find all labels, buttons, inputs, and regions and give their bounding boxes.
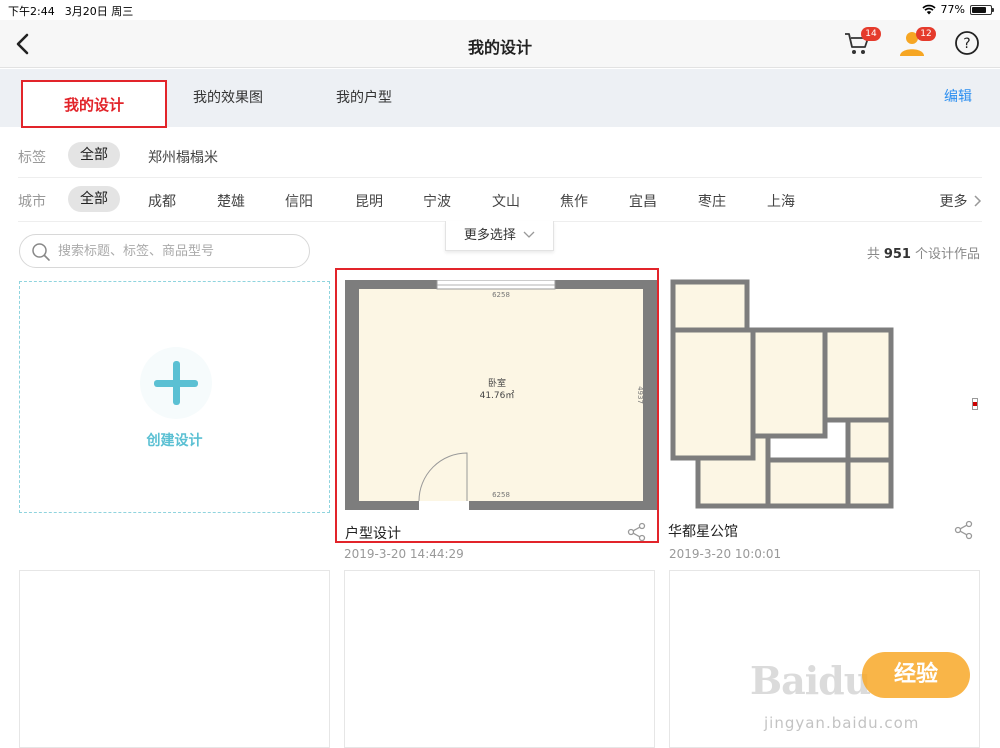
plan-dim-top: 6258 bbox=[492, 291, 510, 299]
user-button[interactable]: 12 bbox=[898, 27, 936, 59]
city-chip[interactable]: 宜昌 bbox=[629, 191, 657, 211]
share-icon bbox=[627, 522, 646, 542]
help-icon: ? bbox=[955, 31, 979, 55]
city-chip[interactable]: 昆明 bbox=[355, 191, 383, 211]
floorplan-image bbox=[670, 279, 894, 509]
nav-bar: 我的设计 14 12 ? bbox=[0, 20, 1000, 68]
plan-room-area: 41.76㎡ bbox=[480, 390, 515, 401]
tab-my-designs[interactable]: 我的设计 bbox=[21, 80, 167, 128]
watermark-url: jingyan.baidu.com bbox=[764, 714, 920, 732]
more-cities-button[interactable]: 更多 bbox=[940, 191, 982, 211]
design-title: 华都星公馆 bbox=[668, 524, 738, 540]
status-right: 77% bbox=[921, 3, 994, 16]
city-chip[interactable]: 文山 bbox=[492, 191, 520, 211]
chevron-down-icon bbox=[523, 231, 535, 238]
design-card-placeholder[interactable] bbox=[19, 570, 330, 748]
share-icon bbox=[954, 520, 973, 540]
tag-chip-zhengzhou-tatami[interactable]: 郑州榻榻米 bbox=[148, 147, 218, 167]
design-count: 共 951 个设计作品 bbox=[867, 243, 980, 262]
tab-bar: 我的设计 我的效果图 我的户型 编辑 bbox=[0, 69, 1000, 128]
tag-chip-all[interactable]: 全部 bbox=[68, 142, 120, 168]
search-box bbox=[19, 234, 310, 268]
cart-badge: 14 bbox=[861, 27, 881, 41]
city-chip[interactable]: 枣庄 bbox=[698, 191, 726, 211]
plan-dim-bottom: 6258 bbox=[492, 491, 510, 499]
search-icon bbox=[32, 243, 50, 261]
app-root: 下午2:44 3月20日 周三 77% 我的设计 14 12 ? 我的设计 我的… bbox=[0, 0, 1000, 748]
cart-button[interactable]: 14 bbox=[843, 27, 881, 59]
city-filter-row: 城市 全部 成都 楚雄 信阳 昆明 宁波 文山 焦作 宜昌 枣庄 上海 更多 bbox=[18, 178, 982, 222]
floorplan-image: 6258 6258 4937 卧室 41.76㎡ bbox=[345, 279, 657, 510]
edit-button[interactable]: 编辑 bbox=[944, 69, 972, 127]
count-suffix: 个设计作品 bbox=[914, 247, 980, 262]
design-card-placeholder[interactable] bbox=[344, 570, 655, 748]
plus-icon bbox=[154, 361, 198, 405]
design-card[interactable]: 华都星公馆 bbox=[660, 268, 984, 543]
plus-circle bbox=[140, 347, 212, 419]
city-chip[interactable]: 信阳 bbox=[285, 191, 313, 211]
status-time: 下午2:44 bbox=[8, 5, 55, 18]
share-button[interactable] bbox=[954, 520, 974, 540]
design-date: 2019-3-20 14:44:29 bbox=[344, 547, 464, 561]
city-chip[interactable]: 全部 bbox=[68, 186, 120, 212]
count-prefix: 共 bbox=[866, 247, 880, 262]
share-button[interactable] bbox=[627, 522, 647, 542]
scroll-indicator[interactable] bbox=[972, 398, 978, 410]
wifi-icon bbox=[921, 4, 936, 15]
design-card[interactable]: 6258 6258 4937 卧室 41.76㎡ 户型设计 bbox=[335, 268, 659, 543]
tag-filter-label: 标签 bbox=[18, 150, 46, 166]
plan-dim-side: 4937 bbox=[636, 386, 644, 404]
watermark-brand: Baidu bbox=[750, 658, 871, 703]
city-filter-label: 城市 bbox=[18, 194, 46, 210]
floorplan-thumbnail: 6258 6258 4937 卧室 41.76㎡ bbox=[345, 279, 657, 512]
create-design-card[interactable]: 创建设计 bbox=[19, 281, 330, 513]
battery-fill bbox=[972, 6, 986, 13]
floorplan-thumbnail bbox=[668, 278, 980, 510]
create-design-label: 创建设计 bbox=[146, 433, 203, 449]
design-title: 户型设计 bbox=[345, 526, 401, 542]
battery-icon bbox=[970, 4, 994, 15]
help-button[interactable]: ? bbox=[953, 29, 985, 59]
baidu-watermark: Baidu 经验 jingyan.baidu.com bbox=[750, 638, 990, 746]
count-number: 951 bbox=[883, 247, 911, 262]
status-left: 下午2:44 3月20日 周三 bbox=[8, 3, 133, 19]
search-input[interactable] bbox=[58, 239, 298, 263]
design-date: 2019-3-20 10:0:01 bbox=[669, 547, 782, 561]
user-badge: 12 bbox=[916, 27, 936, 41]
svg-text:?: ? bbox=[963, 36, 970, 52]
city-chip[interactable]: 焦作 bbox=[560, 191, 588, 211]
city-chip[interactable]: 宁波 bbox=[423, 191, 451, 211]
more-filters-dropdown[interactable]: 更多选择 bbox=[445, 221, 554, 251]
tab-my-renderings[interactable]: 我的效果图 bbox=[193, 69, 263, 127]
more-filters-label: 更多选择 bbox=[463, 228, 516, 243]
status-bar: 下午2:44 3月20日 周三 77% bbox=[0, 0, 1000, 20]
more-cities-label: 更多 bbox=[939, 194, 968, 210]
status-date: 3月20日 周三 bbox=[64, 5, 134, 18]
city-chip[interactable]: 成都 bbox=[148, 191, 176, 211]
tag-filter-row: 标签 全部 郑州榻榻米 bbox=[18, 134, 982, 178]
chevron-right-icon bbox=[974, 195, 982, 207]
watermark-badge: 经验 bbox=[862, 652, 970, 698]
city-chip[interactable]: 楚雄 bbox=[217, 191, 245, 211]
battery-percent: 77% bbox=[940, 3, 965, 16]
plan-room-label: 卧室 bbox=[488, 377, 506, 389]
city-chip[interactable]: 上海 bbox=[767, 191, 795, 211]
tab-my-floorplans[interactable]: 我的户型 bbox=[336, 69, 392, 127]
